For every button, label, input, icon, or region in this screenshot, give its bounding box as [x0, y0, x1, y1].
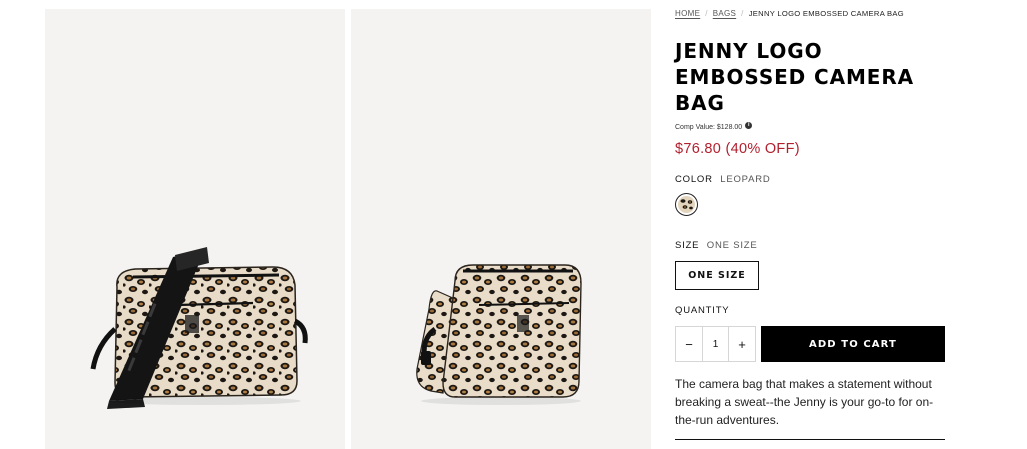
comp-value: Comp Value: $128.00 i — [675, 121, 753, 131]
leopard-swatch-icon — [678, 196, 695, 213]
info-icon[interactable]: i — [745, 121, 753, 129]
color-option-label: COLOR LEOPARD — [675, 174, 771, 185]
breadcrumb-separator: / — [741, 9, 744, 18]
size-option-label: SIZE ONE SIZE — [675, 240, 758, 251]
quantity-label-text: QUANTITY — [675, 305, 730, 316]
breadcrumb-separator: / — [705, 9, 708, 18]
color-label: COLOR — [675, 174, 713, 185]
product-image-angled[interactable] — [351, 9, 651, 449]
breadcrumb-home-link[interactable]: HOME — [675, 9, 700, 18]
product-title: JENNY LOGO EMBOSSED CAMERA BAG — [675, 39, 915, 115]
breadcrumb-bags-link[interactable]: BAGS — [713, 9, 736, 18]
size-label: SIZE — [675, 240, 700, 251]
color-value: LEOPARD — [720, 174, 771, 185]
leopard-swatch[interactable] — [675, 193, 698, 216]
add-to-cart-button[interactable]: ADD TO CART — [761, 326, 945, 362]
breadcrumb-current: JENNY LOGO EMBOSSED CAMERA BAG — [748, 9, 904, 18]
quantity-increase-button[interactable]: + — [729, 327, 755, 361]
product-description: The camera bag that makes a statement wi… — [675, 377, 934, 427]
quantity-decrease-button[interactable]: − — [676, 327, 702, 361]
camera-bag-front-image — [90, 247, 308, 409]
section-divider — [675, 439, 945, 440]
comp-value-text: Comp Value: $128.00 — [675, 124, 743, 131]
quantity-label: QUANTITY — [675, 305, 729, 316]
size-one-size-button[interactable]: ONE SIZE — [675, 261, 759, 290]
product-image-front[interactable] — [45, 9, 345, 449]
size-value: ONE SIZE — [706, 240, 758, 251]
breadcrumb: HOME / BAGS / JENNY LOGO EMBOSSED CAMERA… — [675, 9, 904, 18]
quantity-input[interactable]: 1 — [702, 327, 729, 361]
camera-bag-angled-image — [416, 264, 582, 405]
quantity-stepper: − 1 + — [675, 326, 756, 362]
sale-price: $76.80 (40% OFF) — [675, 141, 800, 157]
